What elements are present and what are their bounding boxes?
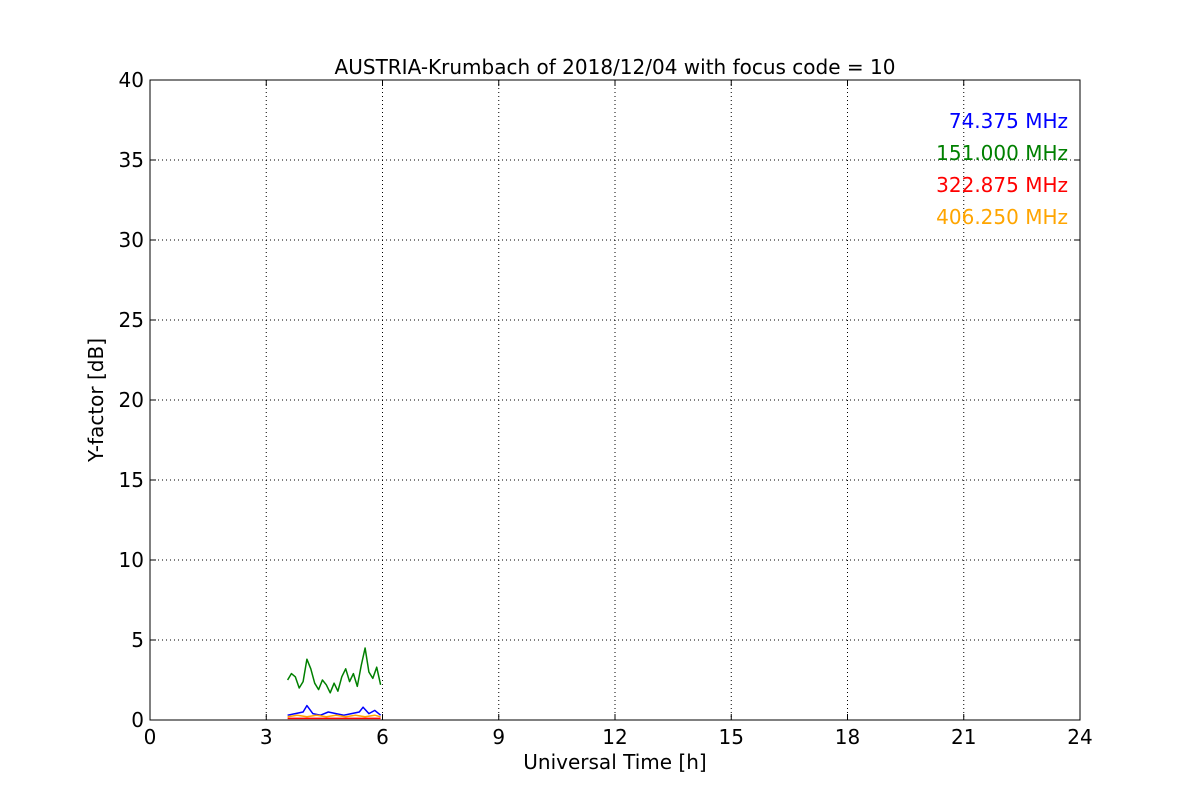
series-layer bbox=[286, 647, 382, 720]
y-tick-label: 40 bbox=[119, 68, 144, 92]
legend: 74.375 MHz 151.000 MHz 322.875 MHz 406.250 … bbox=[936, 109, 1068, 229]
y-tick-label: 5 bbox=[131, 628, 144, 652]
chart-title: AUSTRIA-Krumbach of 2018/12/04 with focu… bbox=[335, 55, 896, 79]
y-axis-label: Y-factor [dB] bbox=[84, 338, 108, 463]
y-tick-label: 30 bbox=[119, 228, 144, 252]
y-tick-label: 25 bbox=[119, 308, 144, 332]
y-tick-label: 20 bbox=[119, 388, 144, 412]
x-tick-label: 0 bbox=[144, 725, 157, 749]
y-tick-label: 10 bbox=[119, 548, 144, 572]
y-tick-label: 0 bbox=[131, 708, 144, 732]
x-tick-label: 18 bbox=[835, 725, 860, 749]
legend-entry-1: 151.000 MHz bbox=[936, 141, 1068, 165]
x-tick-label: 12 bbox=[602, 725, 627, 749]
x-tick-label: 9 bbox=[492, 725, 505, 749]
y-tick-label: 35 bbox=[119, 148, 144, 172]
x-axis-label: Universal Time [h] bbox=[523, 750, 706, 774]
series-line-0 bbox=[287, 704, 382, 716]
x-tick-label: 21 bbox=[951, 725, 976, 749]
series-line-1 bbox=[286, 647, 382, 694]
legend-entry-0: 74.375 MHz bbox=[949, 109, 1068, 133]
legend-entry-3: 406.250 MHz bbox=[936, 205, 1068, 229]
x-tick-label: 3 bbox=[260, 725, 273, 749]
x-tick-label: 15 bbox=[719, 725, 744, 749]
legend-entry-2: 322.875 MHz bbox=[936, 173, 1068, 197]
x-tick-label: 6 bbox=[376, 725, 389, 749]
y-tick-label: 15 bbox=[119, 468, 144, 492]
series-line-3 bbox=[287, 714, 381, 718]
x-tick-label: 24 bbox=[1067, 725, 1092, 749]
chart-canvas: AUSTRIA-Krumbach of 2018/12/04 with focu… bbox=[84, 55, 1093, 774]
tick-layer: 0 3 6 9 12 15 18 21 24 0 5 10 15 20 25 30 35 40 bbox=[119, 68, 1093, 749]
